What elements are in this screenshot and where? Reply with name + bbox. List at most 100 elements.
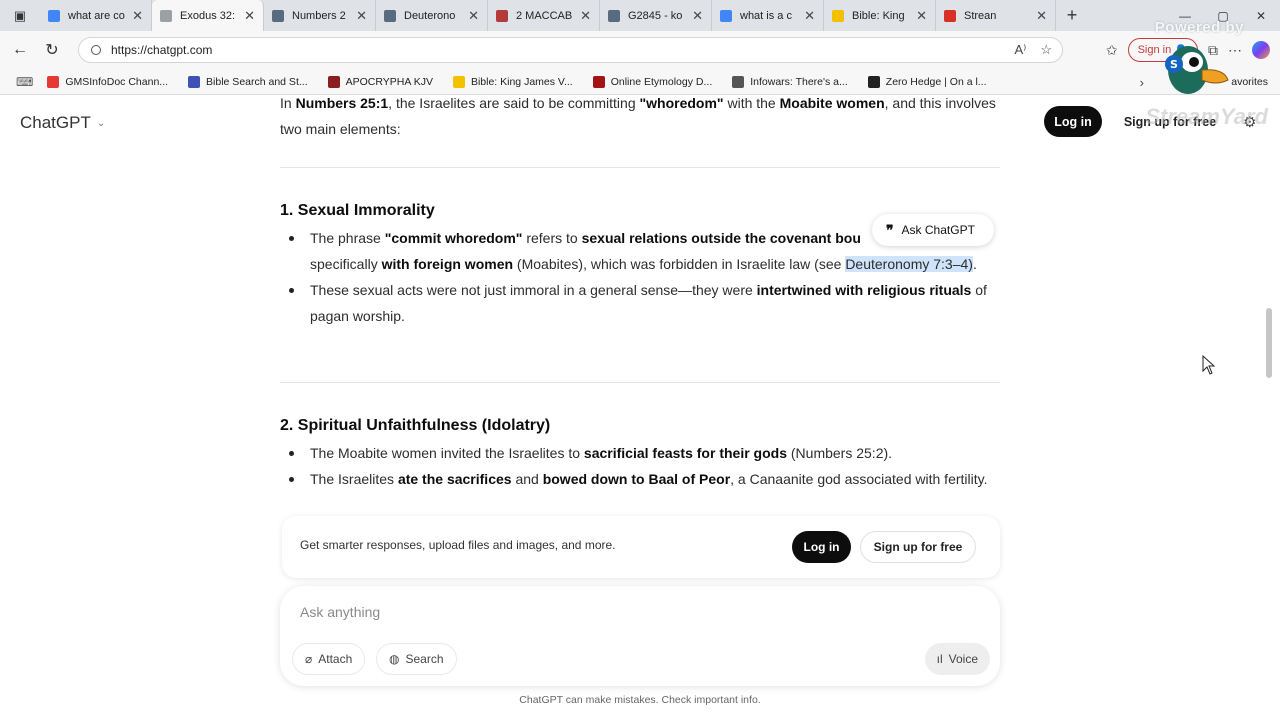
browser-tab[interactable]: G2845 - ko ✕	[600, 0, 712, 31]
bookmark-favicon-icon	[867, 75, 880, 88]
bookmark-favicon-icon	[452, 75, 465, 88]
message-composer[interactable]: Ask anything ⌀ Attach ◍ Search ıl Voice	[280, 586, 1000, 686]
read-aloud-icon[interactable]: A⁾	[1014, 42, 1026, 58]
intro-text: , the Israelites are said to be committi…	[388, 95, 640, 111]
tab-favicon-icon	[496, 9, 508, 22]
tab-title: G2845 - ko	[628, 9, 683, 22]
favorite-star-icon[interactable]: ☆	[1040, 42, 1052, 58]
close-tab-icon[interactable]: ✕	[468, 8, 479, 24]
tab-title: Numbers 2	[292, 9, 346, 22]
divider	[280, 382, 1000, 383]
close-tab-icon[interactable]: ✕	[916, 8, 927, 24]
bookmark-item[interactable]: Bible: King James V...	[452, 75, 573, 88]
refresh-icon[interactable]: ↻	[36, 40, 68, 60]
browser-tab[interactable]: Strean ✕	[936, 0, 1056, 31]
bookmark-favicon-icon	[47, 75, 60, 88]
bookmark-item[interactable]: Online Etymology D...	[592, 75, 712, 88]
header-login-button[interactable]: Log in	[1044, 106, 1102, 137]
bookmark-favicon-icon	[188, 75, 201, 88]
banner-login-button[interactable]: Log in	[792, 531, 851, 563]
close-tab-icon[interactable]: ✕	[244, 8, 255, 24]
browser-tab[interactable]: Exodus 32: ✕	[152, 0, 264, 31]
close-tab-icon[interactable]: ✕	[692, 8, 703, 24]
url-text: https://chatgpt.com	[111, 43, 213, 57]
bold-text: sexual relations outside the covenant bo…	[581, 230, 861, 246]
tab-favicon-icon	[720, 9, 732, 22]
close-tab-icon[interactable]: ✕	[804, 8, 815, 24]
bold-text: ate the sacrifices	[397, 471, 512, 487]
text: These sexual acts were not just immoral …	[310, 282, 757, 298]
copilot-icon[interactable]	[1252, 41, 1270, 59]
text: (Numbers 25:2).	[787, 445, 893, 461]
other-favorites[interactable]: avorites	[1231, 76, 1268, 88]
bookmark-label: Infowars: There's a...	[750, 75, 848, 88]
bookmark-item[interactable]: Infowars: There's a...	[732, 75, 848, 88]
close-tab-icon[interactable]: ✕	[356, 8, 367, 24]
model-switcher[interactable]: ChatGPT ⌄	[20, 113, 105, 133]
browser-tab[interactable]: Bible: King ✕	[824, 0, 936, 31]
more-menu-icon[interactable]: ⋯	[1228, 42, 1242, 59]
tab-favicon-icon	[384, 9, 396, 22]
browser-tab[interactable]: Numbers 2 ✕	[264, 0, 376, 31]
bookmarks-overflow-icon[interactable]: ›	[1140, 75, 1144, 90]
bookmark-item[interactable]: Zero Hedge | On a l...	[867, 75, 987, 88]
intro-text: with the	[723, 95, 780, 111]
banner-signup-button[interactable]: Sign up for free	[860, 531, 976, 563]
signup-banner: Get smarter responses, upload files and …	[282, 516, 1000, 578]
address-bar[interactable]: https://chatgpt.com A⁾ ☆	[78, 37, 1063, 63]
list-item: The Israelites ate the sacrifices and bo…	[280, 466, 1000, 492]
attach-button[interactable]: ⌀ Attach	[292, 643, 366, 675]
tab-strip: what are co ✕ Exodus 32: ✕ Numbers 2 ✕ Deutero…	[40, 0, 1056, 31]
tab-actions-icon[interactable]: ▣	[0, 0, 40, 31]
voice-button[interactable]: ıl Voice	[924, 643, 990, 675]
close-tab-icon[interactable]: ✕	[132, 8, 143, 24]
bookmark-label: Bible Search and St...	[206, 75, 308, 88]
ask-chatgpt-popup[interactable]: ❞ Ask ChatGPT	[872, 214, 994, 246]
scrollbar-thumb[interactable]	[1266, 308, 1272, 378]
tab-favicon-icon	[272, 9, 284, 22]
tab-title: what is a c	[740, 9, 792, 22]
list-item: The Moabite women invited the Israelites…	[280, 440, 1000, 466]
browser-tab[interactable]: what are co ✕	[40, 0, 152, 31]
bookmark-item[interactable]: Bible Search and St...	[188, 75, 308, 88]
bookmark-list: GMSInfoDoc Chann... Bible Search and St..…	[47, 75, 1006, 88]
svg-text:S: S	[1170, 58, 1178, 71]
browser-tab[interactable]: 2 MACCAB ✕	[488, 0, 600, 31]
site-info-icon[interactable]	[91, 45, 101, 55]
tab-title: Exodus 32:	[180, 9, 236, 22]
message-input[interactable]: Ask anything	[300, 604, 380, 620]
bold-text: with foreign women	[381, 256, 514, 272]
close-tab-icon[interactable]: ✕	[1036, 8, 1047, 24]
bookmark-item[interactable]: GMSInfoDoc Chann...	[47, 75, 168, 88]
text: The Israelites	[310, 471, 398, 487]
tab-title: what are co	[68, 9, 125, 22]
bold-text: bowed down to Baal of Peor	[542, 471, 731, 487]
text: .	[972, 256, 977, 272]
waveform-icon: ıl	[936, 652, 943, 666]
section-2-list: The Moabite women invited the Israelites…	[280, 440, 1000, 492]
bold-text: intertwined with religious rituals	[756, 282, 972, 298]
close-tab-icon[interactable]: ✕	[580, 8, 591, 24]
browser-address-row: ← ↻ https://chatgpt.com A⁾ ☆ ✩ Sign in 👤…	[0, 31, 1280, 69]
bookmark-favicon-icon	[732, 75, 745, 88]
text: The phrase	[310, 230, 385, 246]
bookmark-item[interactable]: APOCRYPHA KJV	[327, 75, 433, 88]
favorites-icon[interactable]: ✩	[1106, 42, 1118, 59]
bookmark-favicon-icon	[327, 75, 340, 88]
tab-favicon-icon	[48, 9, 60, 22]
globe-icon: ◍	[389, 652, 400, 666]
search-button[interactable]: ◍ Search	[376, 643, 457, 675]
text: The Moabite women invited the Israelites…	[310, 445, 584, 461]
browser-tab[interactable]: Deuterono ✕	[376, 0, 488, 31]
banner-text: Get smarter responses, upload files and …	[300, 538, 616, 552]
close-window-icon[interactable]: ✕	[1242, 9, 1280, 23]
list-item: These sexual acts were not just immoral …	[280, 277, 1000, 329]
bookmark-device-icon[interactable]: ⌨	[16, 75, 33, 89]
new-tab-button[interactable]: +	[1056, 5, 1088, 26]
text: , a Canaanite god associated with fertil…	[730, 471, 988, 487]
bold-text: sacrificial feasts for their gods	[583, 445, 787, 461]
tab-title: 2 MACCAB	[516, 9, 573, 22]
browser-tab[interactable]: what is a c ✕	[712, 0, 824, 31]
selected-text[interactable]: Deuteronomy 7:3–4)	[845, 256, 973, 272]
back-icon[interactable]: ←	[4, 41, 36, 59]
